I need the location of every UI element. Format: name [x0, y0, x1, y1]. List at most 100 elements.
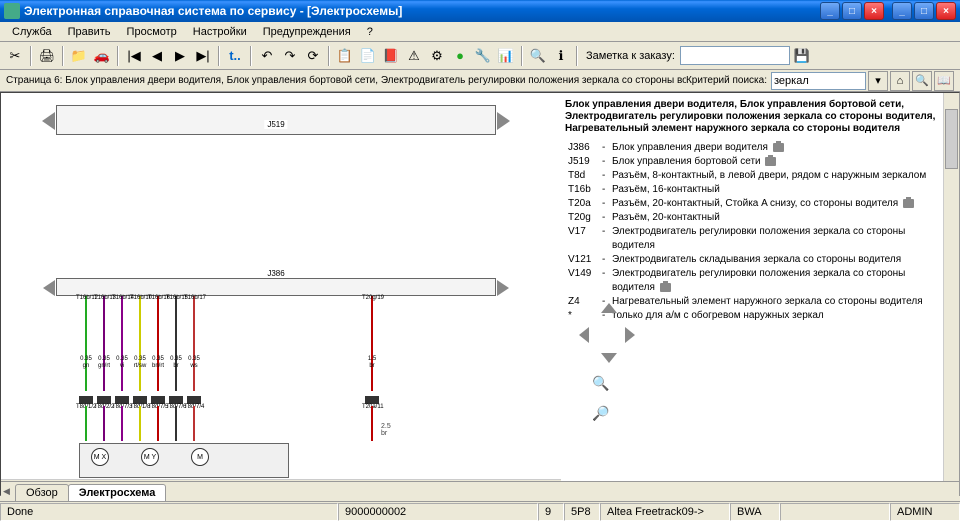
zoom-out-icon[interactable]: 🔎	[591, 403, 611, 423]
tool-clipboard-icon[interactable]: 📋	[334, 45, 356, 67]
legend-row: V149-Электродвигатель регулировки положе…	[565, 267, 951, 295]
tool-last-icon[interactable]: ▶|	[192, 45, 214, 67]
menu-settings[interactable]: Настройки	[185, 24, 255, 40]
camera-icon[interactable]	[773, 143, 784, 152]
order-note-input[interactable]	[680, 46, 790, 65]
wire[interactable]	[103, 406, 105, 441]
block-j519[interactable]: J519	[56, 105, 496, 135]
menu-warnings[interactable]: Предупреждения	[255, 24, 359, 40]
camera-icon[interactable]	[903, 199, 914, 208]
wire[interactable]	[193, 406, 195, 441]
connector-pin[interactable]	[151, 396, 165, 404]
tool-first-icon[interactable]: |◀	[123, 45, 145, 67]
wire[interactable]	[193, 296, 195, 391]
wire[interactable]	[157, 296, 159, 391]
tool-warning-icon[interactable]: ⚠	[403, 45, 425, 67]
nav-up-icon[interactable]	[601, 303, 617, 313]
wire[interactable]	[175, 406, 177, 441]
connector-pin[interactable]	[115, 396, 129, 404]
search-dropdown-button[interactable]: ▾	[868, 71, 888, 91]
legend-row: T20a-Разъём, 20-контактный, Стойка A сни…	[565, 197, 951, 211]
tool-green-icon[interactable]: ●	[449, 45, 471, 67]
doc-maximize-button[interactable]: □	[914, 2, 934, 20]
wire[interactable]	[85, 296, 87, 391]
connector-pin[interactable]	[79, 396, 93, 404]
motor-symbol[interactable]: M X	[91, 448, 109, 466]
connector-pin[interactable]	[133, 396, 147, 404]
zoom-in-icon[interactable]: 🔍	[591, 373, 611, 393]
bottom-connector-box[interactable]	[79, 443, 289, 478]
page-description: Страница 6: Блок управления двери водите…	[6, 75, 686, 86]
tool-undo-icon[interactable]: ↶	[256, 45, 278, 67]
wire[interactable]	[371, 296, 373, 391]
tool-prev-icon[interactable]: ◀	[146, 45, 168, 67]
tool-wrench-icon[interactable]: 🔧	[472, 45, 494, 67]
wire[interactable]	[157, 406, 159, 441]
nav-right-icon[interactable]	[625, 327, 635, 343]
tool-car-icon[interactable]: 🚗	[91, 45, 113, 67]
wire-pin-label: T16b/12	[76, 295, 96, 302]
app-icon	[4, 3, 20, 19]
tool-folder-icon[interactable]: 📁	[68, 45, 90, 67]
legend-code: T8d	[565, 169, 599, 183]
tab-schematic[interactable]: Электросхема	[68, 484, 167, 501]
nav-down-icon[interactable]	[601, 353, 617, 363]
connector-pin[interactable]	[97, 396, 111, 404]
wire[interactable]	[371, 406, 373, 441]
wire[interactable]	[139, 296, 141, 391]
legend-v-scrollbar[interactable]	[943, 93, 959, 495]
legend-desc: Разъём, 20-контактный, Стойка A снизу, с…	[609, 197, 951, 211]
motor-symbol[interactable]: M	[191, 448, 209, 466]
tool-next-icon[interactable]: ▶	[169, 45, 191, 67]
tool-doc-icon[interactable]: 📄	[357, 45, 379, 67]
wire[interactable]	[121, 296, 123, 391]
nav-left-icon[interactable]	[579, 327, 589, 343]
connector-pin[interactable]	[169, 396, 183, 404]
tool-find-icon[interactable]: 🔍	[527, 45, 549, 67]
tool-refresh-icon[interactable]: ⟳	[302, 45, 324, 67]
wire-gauge-label: 0.35gn/rt	[94, 356, 114, 370]
tool-book-icon[interactable]: 📕	[380, 45, 402, 67]
search-home-button[interactable]: ⌂	[890, 71, 910, 91]
tool-chart-icon[interactable]: 📊	[495, 45, 517, 67]
tool-redo-icon[interactable]: ↷	[279, 45, 301, 67]
camera-icon[interactable]	[660, 283, 671, 292]
wire[interactable]	[103, 296, 105, 391]
wire[interactable]	[139, 406, 141, 441]
wire-gauge-label: 0.35rt/sw	[130, 356, 150, 370]
minimize-button[interactable]: _	[820, 2, 840, 20]
tool-gear-icon[interactable]: ⚙	[426, 45, 448, 67]
doc-close-button[interactable]: ×	[936, 2, 956, 20]
tool-cut-icon[interactable]: ✂	[4, 45, 26, 67]
block-j386[interactable]: J386	[56, 278, 496, 296]
motor-symbol[interactable]: M Y	[141, 448, 159, 466]
legend-table: J386-Блок управления двери водителя J519…	[565, 141, 951, 323]
tab-overview[interactable]: Обзор	[15, 484, 69, 501]
maximize-button[interactable]: □	[842, 2, 862, 20]
camera-icon[interactable]	[765, 157, 776, 166]
tool-info-icon[interactable]: ℹ	[550, 45, 572, 67]
connector-pin[interactable]	[365, 396, 379, 404]
wire[interactable]	[121, 406, 123, 441]
tool-save-note-icon[interactable]: 💾	[791, 45, 813, 67]
close-button[interactable]: ×	[864, 2, 884, 20]
menu-view[interactable]: Просмотр	[119, 24, 185, 40]
wire[interactable]	[85, 406, 87, 441]
menu-edit[interactable]: Править	[60, 24, 119, 40]
menu-help[interactable]: ?	[359, 24, 381, 40]
search-book-button[interactable]: 📖	[934, 71, 954, 91]
window-titlebar: Электронная справочная система по сервис…	[0, 0, 960, 22]
wire[interactable]	[175, 296, 177, 391]
tool-link-icon[interactable]: t..	[224, 45, 246, 67]
connector-pin[interactable]	[187, 396, 201, 404]
diagram-panel[interactable]: J519 J386 T16b/120.35gnT8d/1/2T16b/130.3…	[1, 93, 561, 495]
legend-code: T20g	[565, 211, 599, 225]
tool-print-icon[interactable]: 🖨	[36, 45, 58, 67]
doc-minimize-button[interactable]: _	[892, 2, 912, 20]
search-find-button[interactable]: 🔍	[912, 71, 932, 91]
search-input[interactable]	[771, 72, 866, 90]
status-code: 5P8	[564, 503, 600, 521]
status-page: 9	[538, 503, 564, 521]
menu-service[interactable]: Служба	[4, 24, 60, 40]
status-bar: Done 9000000002 9 5P8 Altea Freetrack09-…	[0, 501, 960, 521]
